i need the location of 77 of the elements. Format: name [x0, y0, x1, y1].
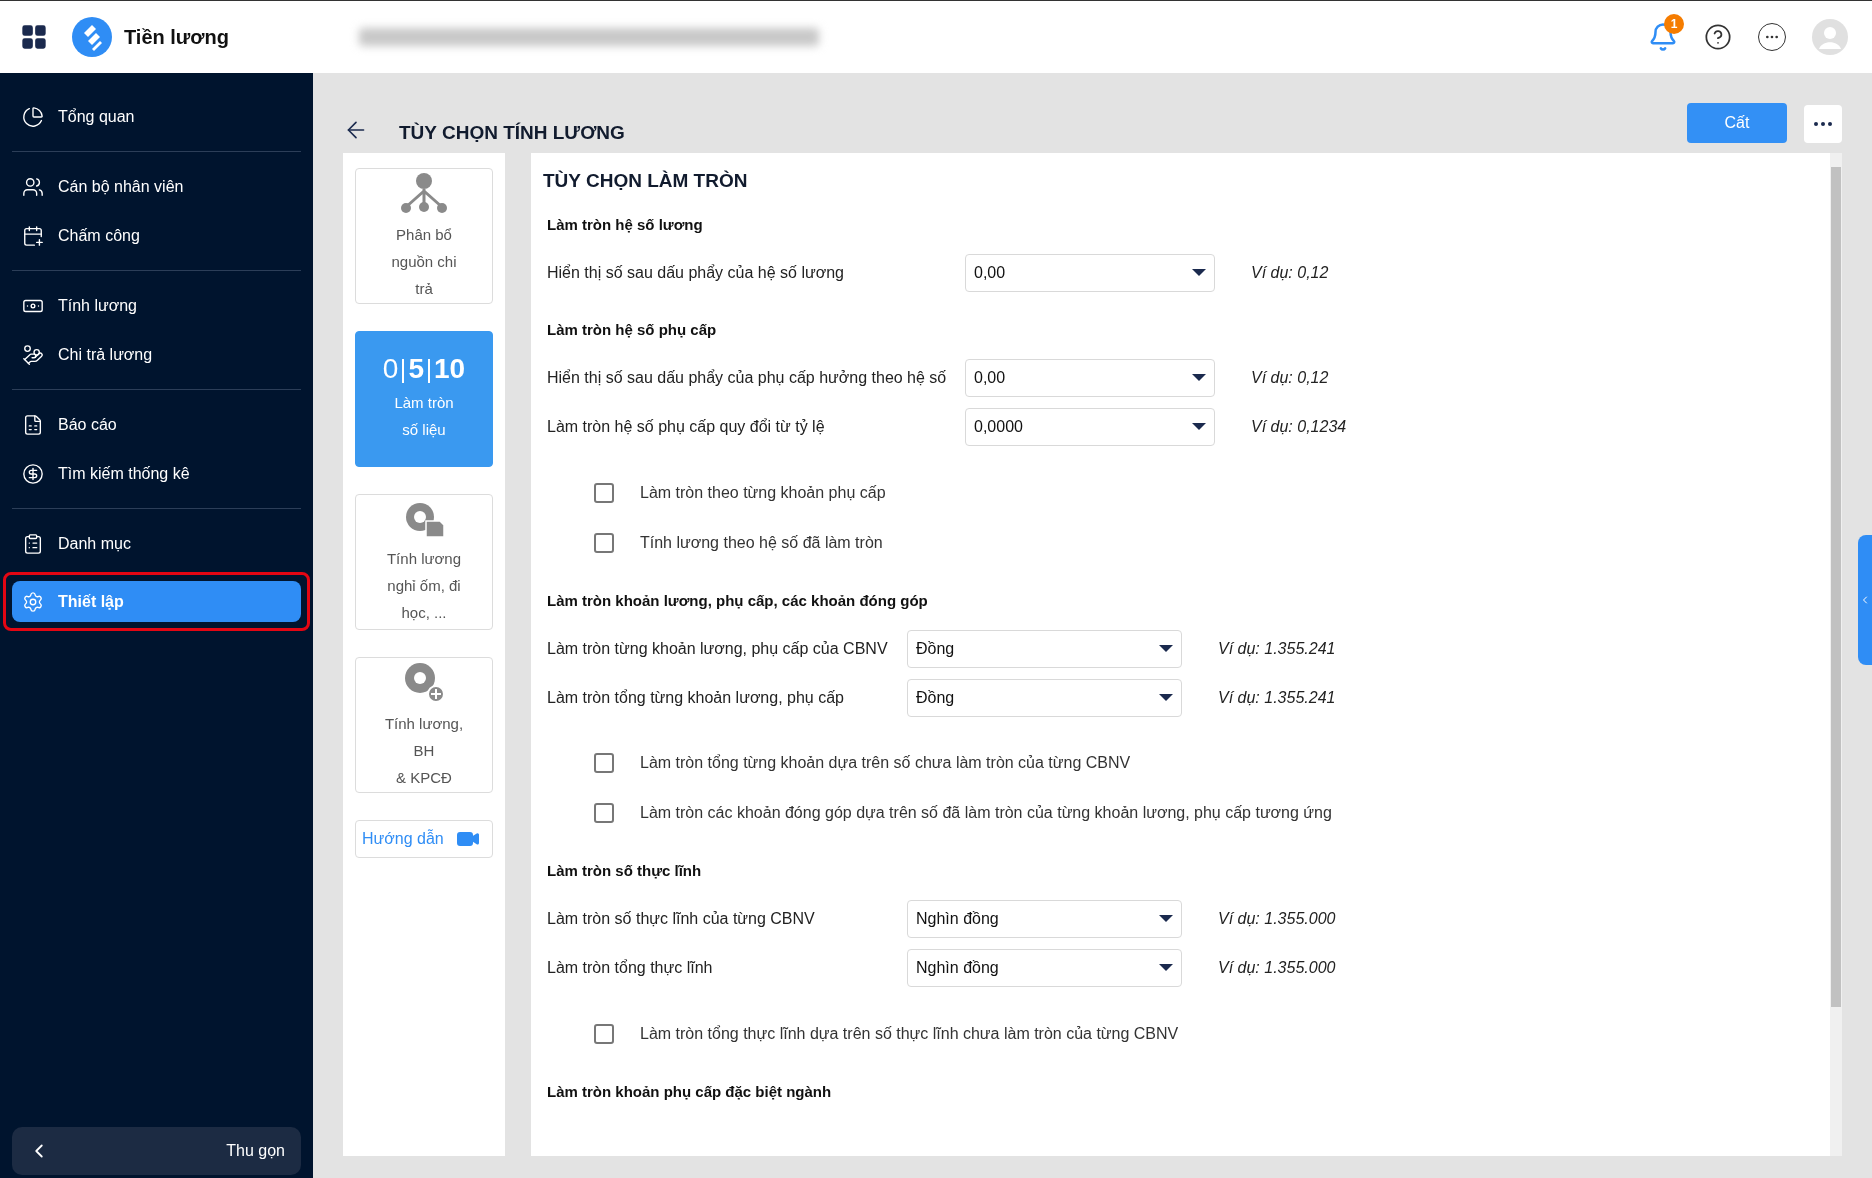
rounding-digit: 5: [408, 355, 424, 383]
option-card[interactable]: Phân bổ nguồn chi trả: [355, 168, 493, 304]
option-label: Làm tròn từng khoản lương, phụ cấp của CBNV: [547, 638, 889, 659]
section-heading: Làm tròn hệ số phụ cấp: [547, 320, 718, 340]
checkbox[interactable]: [594, 803, 614, 823]
example-text: Ví dụ: 1.355.241: [1218, 638, 1336, 659]
calendar-icon: [22, 224, 44, 247]
sidebar-item[interactable]: Tìm kiếm thống kê: [12, 453, 301, 494]
option-label: Hiển thị số sau dấu phẩy của hệ số lương: [547, 262, 845, 283]
checkbox-label: Làm tròn tổng từng khoản dựa trên số chưa làm tròn của từng CBNV: [640, 753, 1131, 773]
example-text: Ví dụ: 1.355.241: [1218, 687, 1336, 708]
dropdown-field[interactable]: 0,00: [965, 253, 1215, 292]
option-label: Hiển thị số sau dấu phẩy của phụ cấp hưởng theo hệ số: [547, 368, 948, 388]
app-logo: [72, 17, 112, 57]
example-text: Ví dụ: 0,12: [1251, 262, 1329, 283]
caret-icon: [1159, 964, 1173, 972]
checkbox[interactable]: [594, 482, 614, 503]
example-text: Ví dụ: 0,12: [1251, 368, 1329, 388]
page-title: TÙY CHỌN TÍNH LƯƠNG: [399, 120, 625, 145]
sidebar-item[interactable]: Tổng quan: [12, 96, 301, 137]
option-label: Làm tròn hệ số phụ cấp quy đổi từ tỷ lệ: [547, 417, 826, 437]
sidebar-item[interactable]: Tính lương: [12, 285, 301, 326]
checkbox[interactable]: [594, 1023, 614, 1044]
section-heading: Làm tròn số thực lĩnh: [547, 861, 703, 881]
rounding-digit: 10: [434, 355, 466, 383]
caret-icon: [1192, 268, 1206, 277]
settings-icon: [22, 590, 44, 613]
help-icon[interactable]: [1704, 23, 1732, 51]
more-icon: [1814, 122, 1832, 126]
hand-coins-icon: [22, 343, 44, 366]
app-grid-icon[interactable]: [20, 23, 48, 51]
example-text: Ví dụ: 1.355.000: [1218, 909, 1336, 929]
option-label: Làm tròn tổng từng khoản lương, phụ cấp: [547, 687, 845, 708]
option-card[interactable]: Tính lương, BH & KPCĐ: [355, 657, 493, 793]
pie-chart-icon: [22, 105, 44, 128]
checkbox-label: Làm tròn theo từng khoản phụ cấp: [640, 482, 886, 503]
people-icon: [22, 175, 44, 198]
scrollbar-thumb[interactable]: [1831, 167, 1841, 1007]
sidebar-item[interactable]: Báo cáo: [12, 404, 301, 445]
caret-icon: [1159, 693, 1173, 702]
collapse-button[interactable]: Thu gọn: [12, 1127, 301, 1175]
caret-icon: [1192, 423, 1206, 431]
document-icon: [22, 413, 44, 436]
dropdown-field[interactable]: Nghìn đồng: [907, 949, 1182, 987]
checkbox-label: Tính lương theo hệ số đã làm tròn: [640, 532, 883, 553]
caret-icon: [1192, 374, 1206, 382]
caret-icon: [1159, 644, 1173, 653]
sidebar-item[interactable]: Chi trả lương: [12, 334, 301, 375]
sidebar-item[interactable]: Cán bộ nhân viên: [12, 166, 301, 207]
option-card[interactable]: Tính lương nghỉ ốm, đi học, ...: [355, 494, 493, 630]
dollar-circle-icon: [22, 462, 44, 485]
dropdown-field[interactable]: 0,00: [965, 359, 1215, 397]
notification-badge: 1: [1664, 14, 1684, 34]
sidebar-item[interactable]: Danh mục: [12, 523, 301, 564]
checkbox-label: Làm tròn các khoản đóng góp dựa trên số đã làm tròn của từng khoản lương, phụ cấp tương ứng: [640, 803, 1332, 823]
caret-icon: [1159, 915, 1173, 923]
dropdown-field[interactable]: Nghìn đồng: [907, 900, 1182, 938]
more-options-button[interactable]: [1804, 105, 1842, 143]
option-label: Làm tròn số thực lĩnh của từng CBNV: [547, 909, 816, 929]
example-text: Ví dụ: 0,1234: [1251, 417, 1347, 437]
dropdown-field[interactable]: Đồng: [907, 678, 1182, 717]
rounding-digit: 0: [382, 355, 399, 383]
sidebar-item[interactable]: Chấm công: [12, 215, 301, 256]
example-text: Ví dụ: 1.355.000: [1218, 958, 1336, 978]
dropdown-field[interactable]: Đồng: [907, 629, 1182, 668]
option-label: Làm tròn tổng thực lĩnh: [547, 958, 714, 978]
checkbox[interactable]: [594, 753, 614, 773]
guide-link[interactable]: Hướng dẫn: [355, 820, 493, 858]
section-heading: Làm tròn khoản phụ cấp đặc biệt ngành: [547, 1081, 833, 1102]
panel-title: TÙY CHỌN LÀM TRÒN: [543, 169, 749, 193]
app-name: Tiền lương: [124, 25, 229, 50]
checkbox-label: Làm tròn tổng thực lĩnh dựa trên số thực lĩnh chưa làm tròn của từng CBNV: [640, 1023, 1179, 1044]
dropdown-field[interactable]: 0,0000: [965, 408, 1215, 446]
section-heading: Làm tròn khoản lương, phụ cấp, các khoản đóng góp: [547, 590, 929, 611]
clipboard-icon: [22, 532, 44, 555]
checkbox[interactable]: [594, 532, 614, 553]
section-heading: Làm tròn hệ số lương: [547, 214, 704, 235]
